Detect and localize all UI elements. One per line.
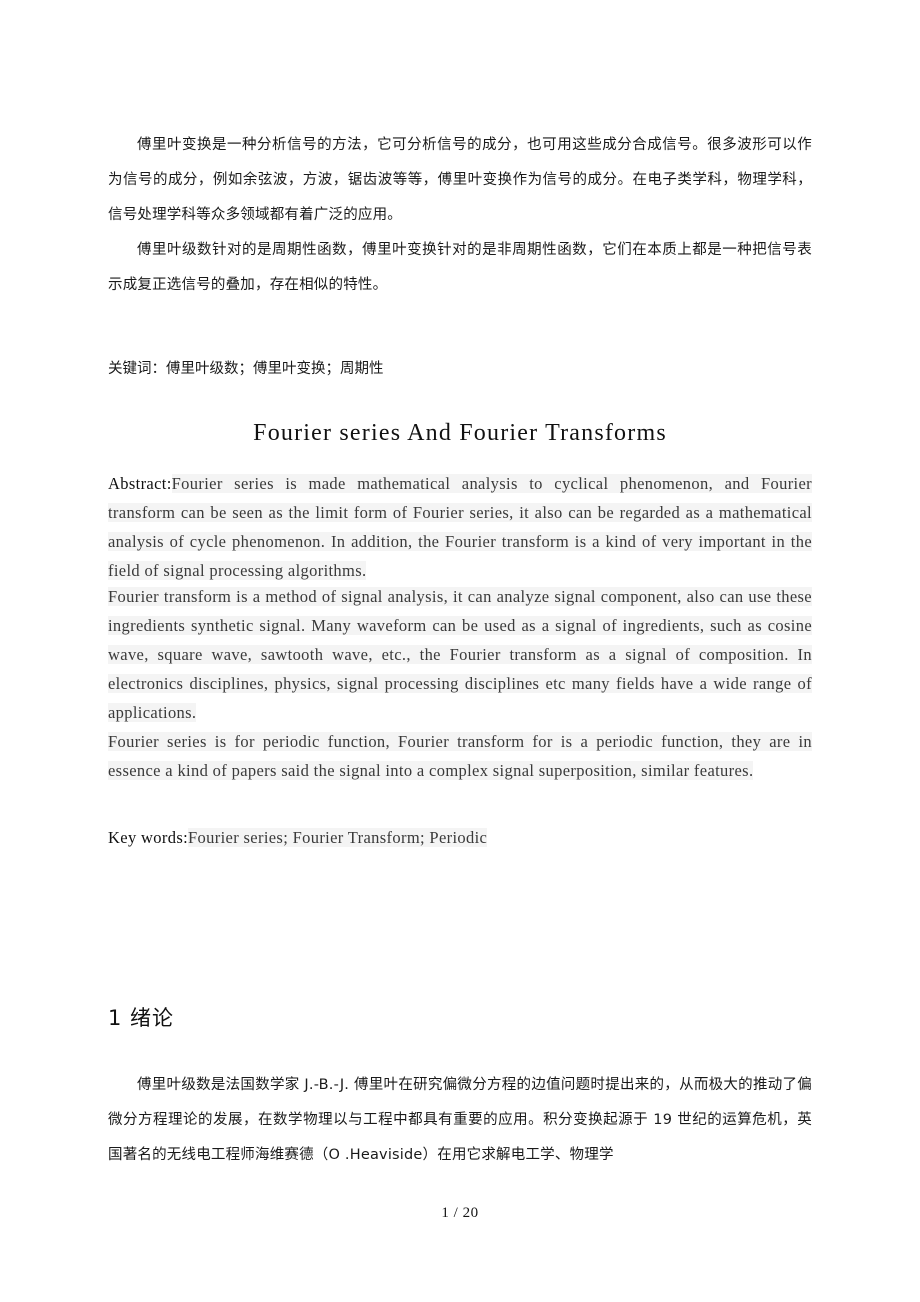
english-abstract-paragraph-1-text: Fourier series is made mathematical anal…: [108, 474, 812, 580]
page-footer: 1 / 20: [441, 1205, 479, 1221]
english-keywords-line: Key words:Fourier series; Fourier Transf…: [108, 823, 812, 852]
english-keywords-value: Fourier series; Fourier Transform; Perio…: [188, 828, 488, 847]
english-abstract-paragraph-1: Abstract:Fourier series is made mathemat…: [108, 469, 812, 585]
english-keywords-label: Key words:: [108, 828, 189, 847]
page-title: Fourier series And Fourier Transforms: [253, 420, 667, 446]
english-abstract-paragraph-2-text: Fourier transform is a method of signal …: [108, 587, 812, 722]
chinese-abstract-paragraph-1-block: 傅里叶变换是一种分析信号的方法，它可分析信号的成分，也可用这些成分合成信号。很多…: [108, 128, 812, 233]
english-abstract-paragraph-2: Fourier transform is a method of signal …: [108, 582, 812, 727]
chapter-one-paragraph-1: 傅里叶级数是法国数学家 J.-B.-J. 傅里叶在研究偏微分方程的边值问题时提出…: [108, 1077, 812, 1163]
document-page: 傅里叶变换是一种分析信号的方法，它可分析信号的成分，也可用这些成分合成信号。很多…: [0, 0, 920, 1302]
chinese-abstract-paragraph-2-block: 傅里叶级数针对的是周期性函数，傅里叶变换针对的是非周期性函数，它们在本质上都是一…: [108, 233, 812, 303]
english-title-block: Fourier series And Fourier Transforms: [108, 420, 812, 447]
chapter-one-paragraph-1-block: 傅里叶级数是法国数学家 J.-B.-J. 傅里叶在研究偏微分方程的边值问题时提出…: [108, 1068, 812, 1173]
chinese-keywords-line: 关键词：傅里叶级数；傅里叶变换；周期性: [108, 361, 384, 377]
english-abstract-paragraph-2-block: Fourier transform is a method of signal …: [108, 582, 812, 727]
chinese-abstract-paragraph-1: 傅里叶变换是一种分析信号的方法，它可分析信号的成分，也可用这些成分合成信号。很多…: [108, 137, 812, 223]
english-abstract-paragraph-3: Fourier series is for periodic function,…: [108, 727, 812, 785]
abstract-label: Abstract:: [108, 474, 172, 493]
english-abstract-paragraph-1-block: Abstract:Fourier series is made mathemat…: [108, 469, 812, 585]
english-abstract-paragraph-3-block: Fourier series is for periodic function,…: [108, 727, 812, 785]
section-heading-chapter-one: 1 绪论: [108, 1006, 175, 1030]
chapter-one-heading-block: 1 绪论: [108, 1002, 812, 1032]
chinese-abstract-paragraph-2: 傅里叶级数针对的是周期性函数，傅里叶变换针对的是非周期性函数，它们在本质上都是一…: [108, 242, 812, 293]
english-keywords-block: Key words:Fourier series; Fourier Transf…: [108, 823, 812, 852]
chinese-keywords-block: 关键词：傅里叶级数；傅里叶变换；周期性: [108, 352, 812, 387]
english-abstract-paragraph-3-text: Fourier series is for periodic function,…: [108, 732, 812, 780]
